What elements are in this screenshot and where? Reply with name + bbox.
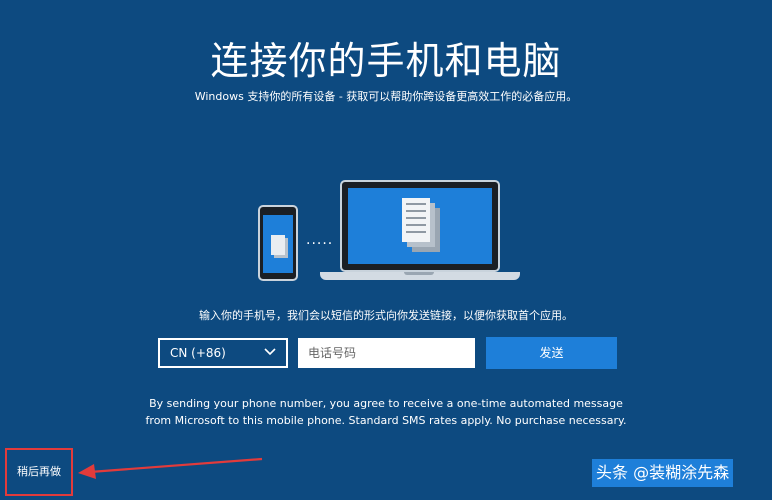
annotation-arrow-icon xyxy=(78,457,263,479)
page-title: 连接你的手机和电脑 xyxy=(210,39,562,83)
laptop-screen xyxy=(348,188,492,264)
do-later-label: 稍后再做 xyxy=(17,465,61,478)
watermark: 头条 @装糊涂先森 xyxy=(592,459,734,487)
page-subtitle: Windows 支持你的所有设备 - 获取可以帮助你跨设备更高效工作的必备应用。 xyxy=(194,90,578,103)
chevron-down-icon xyxy=(264,348,276,356)
country-code-value: CN (+86) xyxy=(170,346,226,360)
disclaimer-line-2: from Microsoft to this mobile phone. Sta… xyxy=(145,414,627,427)
send-button[interactable]: 发送 xyxy=(486,337,617,369)
instruction-text: 输入你的手机号，我们会以短信的形式向你发送链接，以便你获取首个应用。 xyxy=(199,309,573,322)
laptop-icon xyxy=(340,180,500,272)
disclaimer-text: By sending your phone number, you agree … xyxy=(0,395,772,429)
do-later-button[interactable]: 稍后再做 xyxy=(5,448,73,496)
document-icon xyxy=(271,235,285,255)
connection-dots: ····· xyxy=(306,236,334,252)
phone-screen xyxy=(263,215,293,273)
disclaimer-line-1: By sending your phone number, you agree … xyxy=(149,397,623,410)
laptop-notch xyxy=(404,272,434,275)
device-illustration: ····· xyxy=(256,180,520,282)
country-code-select[interactable]: CN (+86) xyxy=(158,338,288,368)
document-icon xyxy=(402,198,430,242)
smartphone-icon xyxy=(258,205,298,281)
phone-number-input[interactable]: 电话号码 xyxy=(298,338,475,368)
